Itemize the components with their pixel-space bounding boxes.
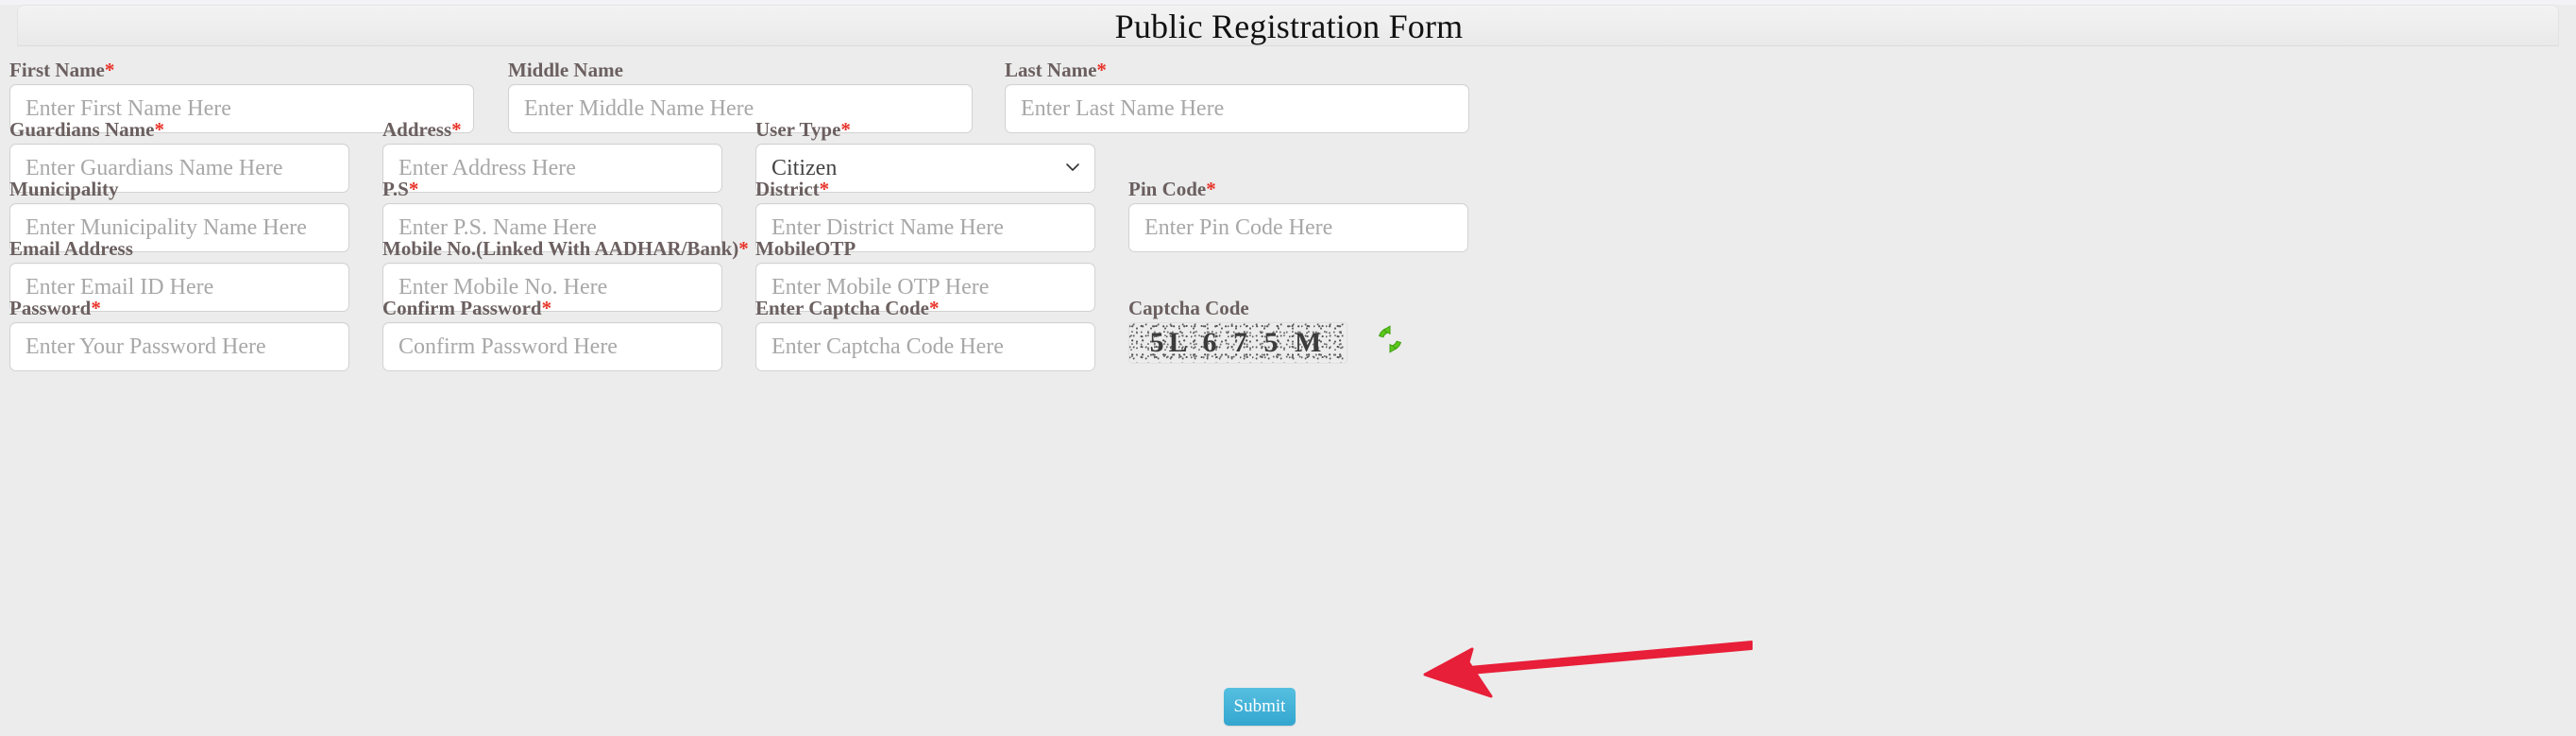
field-password: Password* bbox=[9, 298, 349, 371]
required-marker: * bbox=[408, 178, 419, 200]
label-captcha-code: Captcha Code bbox=[1128, 297, 1249, 319]
enter-captcha-code-input[interactable] bbox=[755, 322, 1095, 371]
required-marker: * bbox=[451, 118, 462, 141]
refresh-icon bbox=[1374, 325, 1406, 358]
field-confirm-password: Confirm Password* bbox=[382, 298, 722, 371]
label-guardians-name: Guardians Name* bbox=[9, 118, 164, 141]
pin-code-input[interactable] bbox=[1128, 203, 1468, 252]
required-marker: * bbox=[91, 297, 101, 319]
label-address: Address* bbox=[382, 118, 462, 141]
label-password: Password* bbox=[9, 297, 101, 319]
registration-form: First Name* Middle Name Last Name* Guard… bbox=[0, 46, 2576, 736]
field-pin-code: Pin Code* bbox=[1128, 179, 1468, 252]
label-middle-name: Middle Name bbox=[508, 59, 623, 81]
password-input[interactable] bbox=[9, 322, 349, 371]
page-title: Public Registration Form bbox=[1114, 8, 1464, 45]
required-marker: * bbox=[738, 237, 749, 260]
captcha-display: Captcha Code 5L 6 7 5 M bbox=[1128, 298, 1347, 364]
confirm-password-input[interactable] bbox=[382, 322, 722, 371]
label-municipality: Municipality bbox=[9, 178, 119, 200]
required-marker: * bbox=[1206, 178, 1216, 200]
required-marker: * bbox=[154, 118, 164, 141]
label-pin-code: Pin Code* bbox=[1128, 178, 1216, 200]
required-marker: * bbox=[1096, 59, 1107, 81]
refresh-captcha-button[interactable] bbox=[1374, 323, 1406, 355]
label-first-name: First Name* bbox=[9, 59, 115, 81]
label-user-type: User Type* bbox=[755, 118, 851, 141]
label-email-address: Email Address bbox=[9, 237, 133, 260]
label-police-station: P.S* bbox=[382, 178, 419, 200]
required-marker: * bbox=[104, 59, 115, 81]
label-district: District* bbox=[755, 178, 830, 200]
required-marker: * bbox=[928, 297, 940, 319]
captcha-image: 5L 6 7 5 M bbox=[1128, 322, 1347, 364]
required-marker: * bbox=[819, 178, 830, 200]
submit-button[interactable]: Submit bbox=[1224, 688, 1296, 726]
required-marker: * bbox=[541, 297, 552, 319]
captcha-code-text: 5L 6 7 5 M bbox=[1149, 327, 1327, 358]
field-enter-captcha-code: Enter Captcha Code* bbox=[755, 298, 1095, 371]
label-enter-captcha-code: Enter Captcha Code* bbox=[755, 297, 940, 319]
label-last-name: Last Name* bbox=[1005, 59, 1107, 81]
label-mobile-no: Mobile No.(Linked With AADHAR/Bank)* bbox=[382, 237, 749, 260]
panel-header: Public Registration Form bbox=[17, 5, 2559, 46]
label-mobile-otp: MobileOTP bbox=[755, 237, 856, 260]
required-marker: * bbox=[840, 118, 851, 141]
label-confirm-password: Confirm Password* bbox=[382, 297, 552, 319]
